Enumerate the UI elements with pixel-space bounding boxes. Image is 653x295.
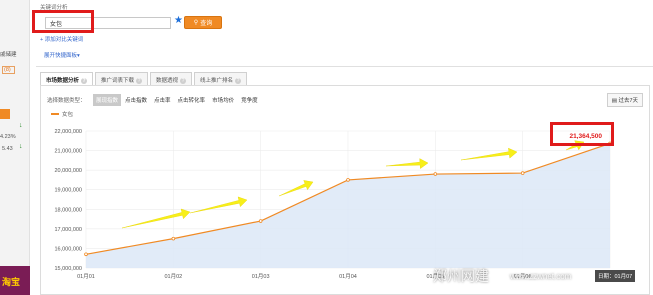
annotation-arrow	[121, 208, 191, 229]
y-tick-label: 22,000,000	[54, 129, 82, 135]
highlight-box-value	[550, 122, 614, 146]
data-point[interactable]	[258, 219, 263, 223]
annotation-arrow	[385, 158, 429, 169]
x-tick-label: 01月02	[164, 273, 182, 280]
annotation-arrow	[460, 147, 518, 161]
data-point[interactable]	[433, 172, 438, 176]
x-tick-label: 01月04	[339, 273, 357, 280]
x-tick-label: 01月03	[252, 273, 270, 280]
trend-chart: 15,000,000 16,000,000 17,000,000 18,000,000…	[54, 129, 612, 280]
data-point[interactable]	[520, 171, 525, 175]
y-tick-label: 16,000,000	[54, 246, 82, 252]
annotation-arrow	[278, 180, 314, 197]
date-tooltip: 日期：01月07	[595, 270, 636, 282]
y-tick-label: 18,000,000	[54, 207, 82, 213]
annotation-arrow	[189, 196, 248, 214]
data-point[interactable]	[346, 178, 350, 182]
data-point[interactable]	[171, 236, 176, 241]
y-tick-label: 20,000,000	[54, 168, 82, 174]
y-tick-label: 21,000,000	[54, 149, 82, 155]
watermark-url: www.zzwnet.com	[510, 272, 572, 281]
watermark-text: 郑州网建	[433, 268, 489, 284]
x-tick-label: 01月01	[77, 273, 95, 280]
y-tick-label: 15,000,000	[54, 266, 82, 272]
y-tick-label: 17,000,000	[54, 227, 82, 233]
data-point[interactable]	[84, 252, 88, 257]
y-tick-label: 19,000,000	[54, 188, 82, 194]
